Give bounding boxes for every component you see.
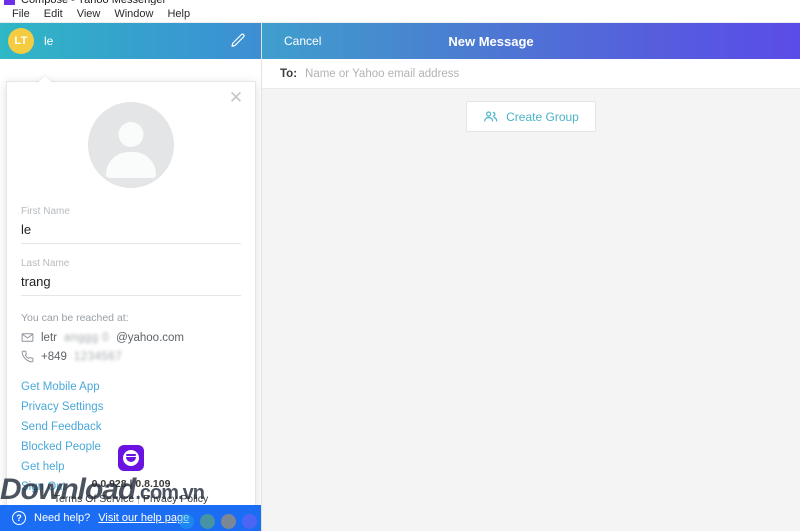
- profile-popup: ✕ First Name le Last Name trang You can …: [6, 81, 256, 516]
- default-avatar-icon[interactable]: [88, 102, 174, 188]
- create-group-button[interactable]: Create Group: [466, 101, 596, 132]
- last-name-label: Last Name: [21, 258, 241, 269]
- profile-footer: 0.0.928 | 0.8.109 Terms Of Service|Priva…: [7, 445, 255, 505]
- phone-row: +849 1234567: [21, 350, 241, 363]
- avatar[interactable]: LT: [8, 28, 34, 54]
- yahoo-messenger-logo: [118, 445, 144, 471]
- link-terms-of-service[interactable]: Terms Of Service: [54, 493, 135, 505]
- sidebar-header: LT le: [0, 23, 261, 59]
- close-icon[interactable]: ✕: [227, 90, 245, 108]
- phone-prefix: +849: [41, 351, 67, 363]
- help-bar: ? Need help? Visit our help page: [0, 505, 262, 531]
- menu-item-window[interactable]: Window: [107, 7, 160, 21]
- popup-notch: [35, 76, 55, 85]
- help-question: Need help?: [34, 512, 90, 524]
- main-panel: Cancel New Message To: Create Group: [262, 23, 800, 531]
- cancel-button[interactable]: Cancel: [284, 34, 321, 48]
- pencil-icon: [229, 32, 247, 50]
- first-name-field[interactable]: First Name le: [21, 206, 241, 244]
- envelope-icon: [21, 331, 34, 344]
- main-header: Cancel New Message: [262, 23, 800, 59]
- menu-item-file[interactable]: File: [5, 7, 37, 21]
- last-name-field[interactable]: Last Name trang: [21, 258, 241, 296]
- compose-button[interactable]: [225, 28, 251, 54]
- menu-bar: File Edit View Window Help: [0, 5, 800, 23]
- create-group-label: Create Group: [506, 110, 579, 124]
- recipient-input[interactable]: [305, 68, 782, 80]
- first-name-value[interactable]: le: [21, 222, 241, 244]
- people-group-icon: [483, 109, 498, 124]
- email-redacted: anggg 0: [64, 332, 109, 344]
- version-text: 0.0.928 | 0.8.109: [7, 478, 255, 490]
- page-title: New Message: [262, 34, 800, 49]
- legal-links: Terms Of Service|Privacy Policy: [7, 493, 255, 505]
- reachable-at-label: You can be reached at:: [21, 312, 241, 324]
- create-group-area: Create Group: [262, 101, 800, 132]
- to-row[interactable]: To:: [262, 59, 800, 89]
- first-name-label: First Name: [21, 206, 241, 217]
- to-label: To:: [280, 68, 297, 80]
- sidebar: LT le ✕ First Name le: [0, 23, 262, 531]
- link-privacy-policy[interactable]: Privacy Policy: [143, 493, 208, 505]
- email-prefix: letr: [41, 332, 57, 344]
- legal-separator: |: [137, 493, 140, 505]
- sidebar-username: le: [44, 34, 225, 48]
- link-send-feedback[interactable]: Send Feedback: [21, 417, 241, 437]
- email-suffix: @yahoo.com: [116, 332, 184, 344]
- help-page-link[interactable]: Visit our help page: [98, 512, 189, 524]
- menu-item-view[interactable]: View: [70, 7, 108, 21]
- link-get-mobile-app[interactable]: Get Mobile App: [21, 377, 241, 397]
- phone-redacted: 1234567: [74, 351, 122, 363]
- last-name-value[interactable]: trang: [21, 274, 241, 296]
- app-window: Compose - Yahoo Messenger File Edit View…: [0, 0, 800, 531]
- phone-icon: [21, 350, 34, 363]
- email-row: letr anggg 0 @yahoo.com: [21, 331, 241, 344]
- question-mark-icon: ?: [12, 511, 26, 525]
- link-privacy-settings[interactable]: Privacy Settings: [21, 397, 241, 417]
- menu-item-help[interactable]: Help: [160, 7, 197, 21]
- menu-item-edit[interactable]: Edit: [37, 7, 70, 21]
